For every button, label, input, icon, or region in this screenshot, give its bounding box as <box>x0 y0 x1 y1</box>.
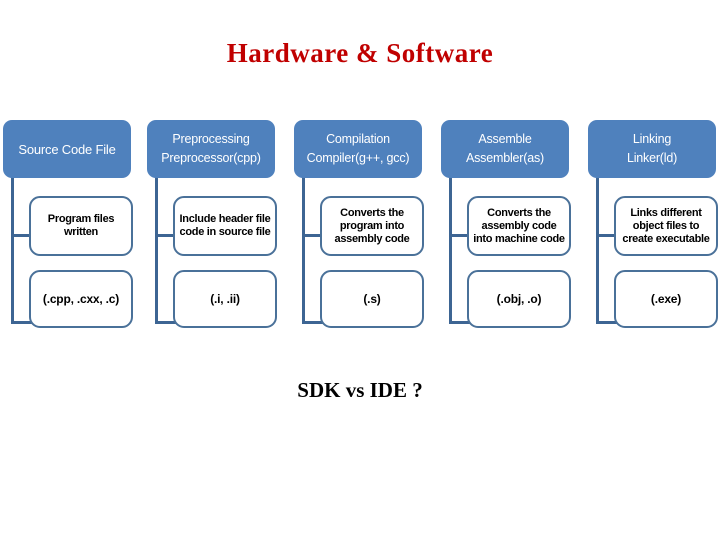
stage-extension-text: (.cpp, .cxx, .c) <box>42 292 120 306</box>
stage-extension-text: (.i, .ii) <box>210 292 240 306</box>
stage-description-box-2: Include header file code in source file <box>173 196 277 256</box>
stage-extension-box-4: (.obj, .o) <box>467 270 571 328</box>
stage-header-4: Assemble Assembler(as) <box>441 120 569 178</box>
stage-description-text: Program files written <box>47 213 115 238</box>
stage-extension-box-3: (.s) <box>320 270 424 328</box>
stage-header-line-2: Linker(ld) <box>626 151 678 165</box>
stage-header-line-1: Preprocessing <box>172 132 250 146</box>
stage-extension-text: (.obj, .o) <box>496 292 542 306</box>
connector-spine <box>155 168 158 324</box>
stage-description-box-4: Converts the assembly code into machine … <box>467 196 571 256</box>
stage-header-line-1: Compilation <box>326 132 390 146</box>
slide-canvas: Hardware & Software Source Code File Pro… <box>0 0 720 540</box>
compilation-pipeline-diagram: Source Code File Program files written (… <box>0 112 720 337</box>
stage-header-line-1: Assemble <box>478 132 532 146</box>
stage-description-box-1: Program files written <box>29 196 133 256</box>
stage-description-text: Include header file code in source file <box>179 213 271 238</box>
pipeline-stage-5: Linking Linker(ld) Links different objec… <box>588 112 720 337</box>
stage-description-text: Converts the assembly code into machine … <box>473 206 565 245</box>
stage-description-box-3: Converts the program into assembly code <box>320 196 424 256</box>
stage-description-text: Converts the program into assembly code <box>334 206 410 245</box>
pipeline-stage-3: Compilation Compiler(g++, gcc) Converts … <box>294 112 434 337</box>
stage-extension-box-2: (.i, .ii) <box>173 270 277 328</box>
stage-header-1: Source Code File <box>3 120 131 178</box>
page-title: Hardware & Software <box>226 38 494 68</box>
stage-extension-text: (.s) <box>363 292 381 306</box>
connector-spine <box>596 168 599 324</box>
stage-header-2: Preprocessing Preprocessor(cpp) <box>147 120 275 178</box>
stage-extension-text: (.exe) <box>650 292 682 306</box>
footer-question: SDK vs IDE ? <box>297 378 423 402</box>
stage-header-5: Linking Linker(ld) <box>588 120 716 178</box>
stage-header-line-2: Assembler(as) <box>466 151 544 165</box>
stage-extension-box-1: (.cpp, .cxx, .c) <box>29 270 133 328</box>
connector-spine <box>302 168 305 324</box>
stage-header-line-1: Linking <box>632 132 672 146</box>
stage-extension-box-5: (.exe) <box>614 270 718 328</box>
stage-header-line-2: Preprocessor(cpp) <box>161 151 261 165</box>
pipeline-stage-4: Assemble Assembler(as) Converts the asse… <box>441 112 581 337</box>
stage-header-line-1: Source Code File <box>18 141 116 157</box>
stage-description-text: Links different object files to create e… <box>622 206 710 245</box>
stage-description-box-5: Links different object files to create e… <box>614 196 718 256</box>
stage-header-line-2: Compiler(g++, gcc) <box>306 151 410 165</box>
pipeline-stage-2: Preprocessing Preprocessor(cpp) Include … <box>147 112 287 337</box>
connector-spine <box>449 168 452 324</box>
connector-spine <box>11 168 14 324</box>
pipeline-stage-1: Source Code File Program files written (… <box>3 112 143 337</box>
stage-header-3: Compilation Compiler(g++, gcc) <box>294 120 422 178</box>
